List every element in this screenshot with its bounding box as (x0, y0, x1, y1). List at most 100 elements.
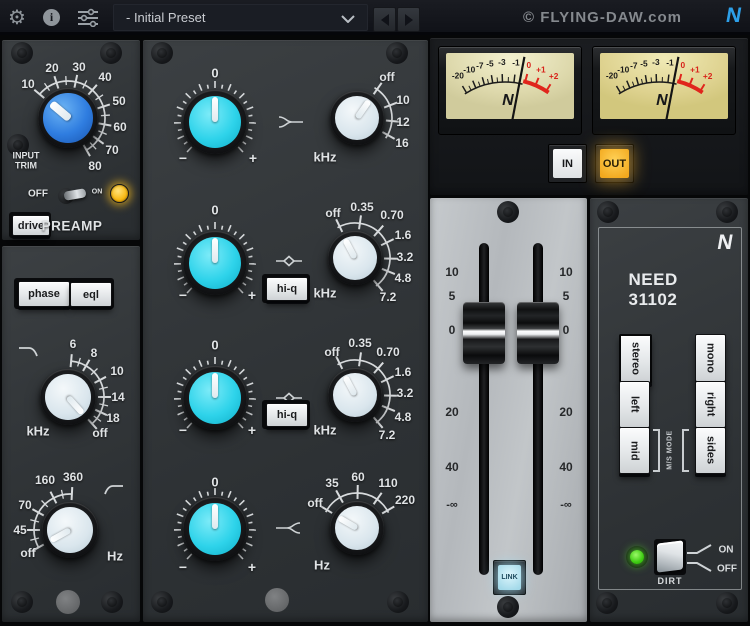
chevron-down-icon (341, 15, 355, 23)
hmf-freq-knob[interactable] (328, 231, 382, 285)
input-trim-label: INPUT TRIM (12, 150, 40, 171)
switch-on-position-icon (687, 544, 712, 554)
hf-freq-knob[interactable] (330, 91, 384, 145)
lpf-unit-label: kHz (26, 423, 50, 439)
phase-button[interactable]: phase (18, 281, 70, 307)
preset-manager-icon[interactable] (77, 8, 99, 32)
lmf-freq-knob[interactable] (328, 368, 382, 422)
fader-scale-label: 5 (448, 289, 456, 303)
scale-label: 110 (378, 476, 398, 490)
hmf-hi-q-button[interactable]: hi-q (266, 277, 308, 301)
next-preset-button[interactable] (397, 7, 420, 32)
screw (11, 591, 33, 613)
scale-label: 18 (106, 411, 120, 425)
gain-plus-label: + (248, 150, 258, 166)
fader-scale-label: 20 (559, 405, 573, 419)
fader-scale-label: 10 (559, 265, 573, 279)
dirt-label: DIRT (657, 576, 683, 586)
svg-text:0: 0 (680, 60, 685, 70)
svg-text:-1: -1 (666, 58, 674, 68)
lmf-hi-q-button[interactable]: hi-q (266, 403, 308, 427)
scale-label: off (92, 426, 108, 440)
preamp-title: PREAMP (41, 218, 103, 234)
screw (101, 591, 123, 613)
top-toolbar: ⚙ i - Initial Preset © FLYING-DAW.com N (0, 0, 750, 35)
gain-plus-label: + (247, 287, 257, 303)
dirt-rocker-switch[interactable] (657, 540, 683, 573)
scale-label: 8 (90, 346, 98, 360)
in-button[interactable]: IN (548, 144, 587, 183)
scale-label: 50 (112, 94, 126, 108)
gain-zero-label: 0 (211, 474, 219, 490)
scale-label: 16 (395, 136, 409, 150)
fader-scale-label: 40 (559, 460, 573, 474)
scale-label: 4.8 (394, 410, 412, 424)
screw (100, 42, 122, 64)
mode-mono-button[interactable]: mono (695, 334, 726, 382)
preamp-led (110, 184, 129, 203)
panel-cap (56, 590, 80, 614)
mode-sides-button[interactable]: sides (695, 427, 726, 474)
scale-label: 30 (72, 60, 86, 74)
screw (716, 592, 738, 614)
low-shelf-icon (276, 522, 301, 534)
scale-label: 10 (396, 93, 410, 107)
unit-label: kHz (313, 422, 337, 438)
fader-cap-left[interactable] (463, 302, 505, 364)
fader-track-right[interactable] (533, 243, 543, 575)
lf-gain-knob[interactable] (183, 497, 247, 561)
mode-stereo-button[interactable]: stereo (619, 334, 652, 384)
unit-label: kHz (313, 149, 337, 165)
switch-off-position-icon (687, 562, 712, 572)
gain-minus-label: − (178, 287, 188, 303)
highpass-filter-icon (104, 485, 123, 495)
prev-preset-button[interactable] (373, 7, 396, 32)
ms-mode-label: M/S MODE (666, 430, 674, 470)
svg-text:-1: -1 (512, 58, 520, 68)
fader-track-left[interactable] (479, 243, 489, 575)
fader-scale-label: 5 (562, 289, 570, 303)
copyright-text: © FLYING-DAW.com (523, 9, 683, 26)
link-button[interactable]: LINK (493, 560, 526, 595)
screw (151, 42, 173, 64)
fader-cap-right[interactable] (517, 302, 559, 364)
gain-minus-label: − (178, 150, 188, 166)
lmf-gain-knob[interactable] (183, 366, 247, 430)
mode-right-button[interactable]: right (695, 381, 726, 428)
preamp-on-label: ON (91, 188, 103, 196)
info-icon[interactable]: i (43, 9, 60, 26)
scale-label: 0.70 (380, 208, 404, 222)
input-trim-knob[interactable] (38, 88, 98, 148)
svg-text:-5: -5 (486, 58, 494, 68)
screw (497, 201, 519, 223)
svg-text:-3: -3 (652, 57, 660, 67)
hmf-gain-knob[interactable] (183, 231, 247, 295)
gear-icon[interactable]: ⚙ (8, 5, 26, 30)
scale-label: 3.2 (396, 250, 414, 264)
screw (151, 591, 173, 613)
mode-mid-button[interactable]: mid (619, 427, 650, 474)
unit-label: kHz (313, 285, 337, 301)
svg-text:+2: +2 (549, 71, 559, 81)
high-shelf-icon (278, 116, 303, 128)
bell-eq-icon (276, 255, 302, 267)
mode-left-button[interactable]: left (619, 381, 650, 428)
scale-label: off (20, 546, 36, 560)
scale-label: 70 (18, 498, 32, 512)
svg-text:+1: +1 (536, 64, 546, 74)
scale-label: 10 (21, 77, 35, 91)
hpf-knob[interactable] (42, 502, 98, 558)
fader-scale-label: -∞ (560, 499, 572, 511)
plugin-window: ⚙ i - Initial Preset © FLYING-DAW.com N … (0, 0, 750, 626)
lpf-knob[interactable] (40, 369, 96, 425)
fader-scale-label: -∞ (446, 499, 458, 511)
preset-selector[interactable]: - Initial Preset (113, 4, 368, 31)
lowpass-filter-icon (19, 347, 38, 357)
out-button[interactable]: OUT (595, 144, 634, 183)
svg-text:N: N (501, 91, 516, 109)
hf-gain-knob[interactable] (183, 90, 247, 154)
gain-plus-label: + (247, 422, 257, 438)
svg-text:-3: -3 (498, 57, 506, 67)
lf-freq-knob[interactable] (330, 501, 384, 555)
eql-button[interactable]: eql (70, 282, 112, 307)
